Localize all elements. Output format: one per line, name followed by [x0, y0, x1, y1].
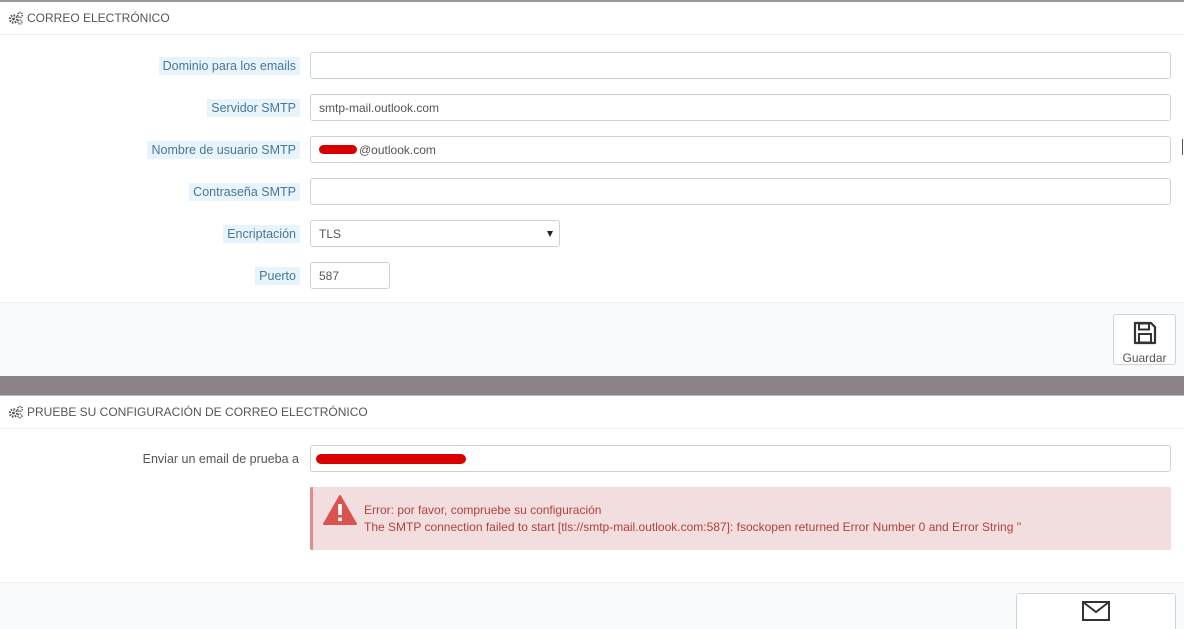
caret-down-icon [547, 230, 553, 237]
error-detail: The SMTP connection failed to start [tls… [364, 519, 1022, 534]
panel-footer [0, 582, 1184, 629]
save-button[interactable]: Guardar [1113, 314, 1176, 365]
envelope-icon [1081, 600, 1111, 629]
error-title: Error: por favor, compruebe su configura… [364, 503, 602, 517]
send-test-email-button[interactable] [1016, 593, 1176, 629]
save-button-label: Guardar [1122, 351, 1167, 365]
floppy-disk-icon [1132, 320, 1158, 349]
redacted-username [319, 145, 357, 154]
port-label: Puerto [255, 267, 300, 285]
encryption-label: Encriptación [223, 225, 300, 243]
smtp-server-row: Servidor SMTP smtp-mail.outlook.com [0, 94, 1184, 122]
smtp-user-domain: @outlook.com [359, 142, 436, 157]
send-to-row: Enviar un email de prueba a [0, 445, 1184, 473]
cogs-icon [8, 11, 24, 25]
encryption-value: TLS [319, 226, 342, 241]
test-email-input[interactable] [310, 445, 1171, 472]
domain-input[interactable] [310, 52, 1171, 79]
panel-title: CORREO ELECTRÓNICO [27, 11, 170, 25]
send-to-label: Enviar un email de prueba a [142, 452, 299, 466]
panel-heading: CORREO ELECTRÓNICO [0, 2, 1184, 35]
port-input[interactable]: 587 [310, 262, 390, 289]
panel-title: PRUEBE SU CONFIGURACIÓN DE CORREO ELECTR… [27, 405, 368, 419]
smtp-password-input[interactable] [310, 178, 1171, 205]
smtp-user-input[interactable]: @outlook.com [310, 136, 1171, 163]
smtp-server-input[interactable]: smtp-mail.outlook.com [310, 94, 1171, 121]
redacted-email [316, 453, 466, 464]
email-settings-panel: CORREO ELECTRÓNICO Dominio para los emai… [0, 0, 1184, 376]
encryption-row: Encriptación TLS [0, 220, 1184, 248]
scroll-indicator [1182, 139, 1183, 155]
smtp-user-label: Nombre de usuario SMTP [147, 141, 300, 159]
domain-row: Dominio para los emails [0, 52, 1184, 80]
error-alert: Error: por favor, compruebe su configura… [310, 487, 1171, 550]
smtp-server-label: Servidor SMTP [207, 99, 300, 117]
port-row: Puerto 587 [0, 262, 1184, 290]
domain-label: Dominio para los emails [158, 57, 300, 75]
panel-footer: Guardar [0, 302, 1184, 376]
smtp-password-row: Contraseña SMTP [0, 178, 1184, 206]
panel-heading: PRUEBE SU CONFIGURACIÓN DE CORREO ELECTR… [0, 396, 1184, 429]
smtp-password-label: Contraseña SMTP [189, 183, 300, 201]
cogs-icon [8, 405, 24, 419]
test-email-panel: PRUEBE SU CONFIGURACIÓN DE CORREO ELECTR… [0, 395, 1184, 629]
smtp-user-row: Nombre de usuario SMTP @outlook.com [0, 136, 1184, 164]
encryption-select[interactable]: TLS [310, 220, 560, 247]
warning-icon [322, 494, 358, 526]
